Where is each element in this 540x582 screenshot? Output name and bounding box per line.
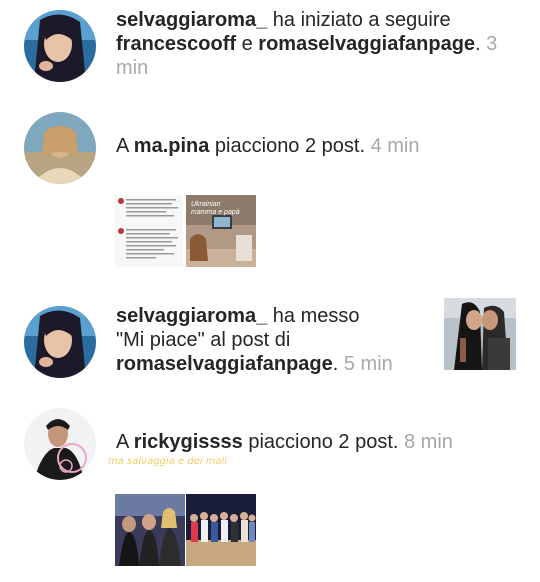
username-link[interactable]: francescooff [116, 33, 236, 55]
thumbnail-caption: Ukrainian [191, 201, 221, 208]
post-thumbnail[interactable] [186, 494, 256, 566]
avatar-selvaggiaroma[interactable] [24, 306, 96, 378]
notification-text: selvaggiaroma_ ha iniziato a seguire fra… [116, 8, 516, 80]
username-link[interactable]: rickygissss [134, 431, 243, 453]
avatar-image [24, 112, 96, 184]
action-text: ha iniziato a seguire [267, 9, 451, 31]
notification-text: selvaggiaroma_ ha messo "Mi piace" al po… [116, 304, 436, 376]
timestamp: 4 min [370, 135, 420, 157]
username-link[interactable]: romaselvaggiafanpage [258, 33, 475, 55]
watermark-text: ma salvaggia e dei mali [108, 456, 228, 467]
prefix-text: A [116, 135, 134, 157]
notification-like-post[interactable]: selvaggiaroma_ ha messo "Mi piace" al po… [0, 290, 540, 390]
username-link[interactable]: selvaggiaroma_ [116, 9, 267, 31]
action-text: piacciono 2 post. [242, 431, 399, 453]
action-text: "Mi piace" al post di [116, 329, 291, 351]
post-thumbnail[interactable] [115, 195, 183, 267]
post-thumbnail-image [186, 494, 256, 566]
period-text: . [332, 353, 339, 375]
post-thumbnail[interactable]: Ukrainian mamma e papà [186, 195, 256, 267]
period-text: . [475, 33, 481, 55]
notification-follow[interactable]: selvaggiaroma_ ha iniziato a seguire fra… [0, 0, 540, 100]
notification-text: A rickygissss piacciono 2 post. 8 min [116, 430, 516, 454]
avatar-rickygissss[interactable] [24, 408, 96, 480]
timestamp: 5 min [343, 353, 393, 375]
avatar-image [24, 408, 96, 480]
avatar-image [24, 306, 96, 378]
post-thumbnail[interactable] [115, 494, 185, 566]
prefix-text: A [116, 431, 134, 453]
avatar-image [24, 10, 96, 82]
timestamp: 8 min [404, 431, 453, 453]
thumbnail-caption: mamma e papà [191, 209, 240, 216]
action-text: ha messo [267, 305, 360, 327]
post-thumbnail-image [444, 298, 516, 370]
username-link[interactable]: romaselvaggiafanpage [116, 353, 333, 375]
action-text: piacciono 2 post. [209, 135, 366, 157]
post-thumbnail[interactable] [444, 298, 516, 370]
avatar-ma-pina[interactable] [24, 112, 96, 184]
notification-likes[interactable]: A ma.pina piacciono 2 post. 4 min Ukrain… [0, 100, 540, 280]
username-link[interactable]: ma.pina [134, 135, 210, 157]
username-link[interactable]: selvaggiaroma_ [116, 305, 267, 327]
post-thumbnail-image: Ukrainian mamma e papà [186, 195, 256, 267]
notification-likes[interactable]: A rickygissss piacciono 2 post. 8 min ma… [0, 400, 540, 582]
avatar-selvaggiaroma[interactable] [24, 10, 96, 82]
conjunction-text: e [236, 33, 259, 55]
post-thumbnail-image [115, 195, 183, 267]
post-thumbnail-image [115, 494, 185, 566]
notification-text: A ma.pina piacciono 2 post. 4 min [116, 134, 516, 158]
